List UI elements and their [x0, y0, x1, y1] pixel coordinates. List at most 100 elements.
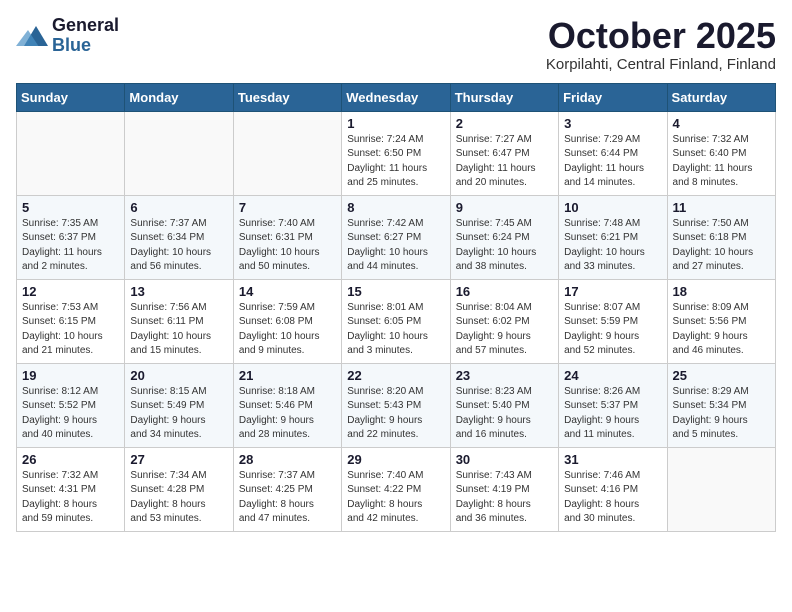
day-number: 27 [130, 452, 227, 467]
calendar-cell: 24 Sunrise: 8:26 AM Sunset: 5:37 PM Dayli… [559, 363, 667, 447]
day-info: Sunrise: 7:29 AM Sunset: 6:44 PM Dayligh… [564, 133, 661, 191]
day-number: 7 [239, 200, 336, 215]
day-number: 23 [456, 368, 553, 383]
day-number: 31 [564, 452, 661, 467]
calendar-cell: 16 Sunrise: 8:04 AM Sunset: 6:02 PM Dayli… [450, 279, 558, 363]
day-number: 1 [347, 116, 444, 131]
day-number: 8 [347, 200, 444, 215]
day-number: 11 [673, 200, 770, 215]
calendar-cell: 23 Sunrise: 8:23 AM Sunset: 5:40 PM Dayli… [450, 363, 558, 447]
day-info: Sunrise: 8:04 AM Sunset: 6:02 PM Dayligh… [456, 301, 553, 359]
day-number: 25 [673, 368, 770, 383]
day-info: Sunrise: 8:23 AM Sunset: 5:40 PM Dayligh… [456, 385, 553, 443]
day-number: 9 [456, 200, 553, 215]
calendar-week-row: 5 Sunrise: 7:35 AM Sunset: 6:37 PM Daylig… [17, 195, 776, 279]
calendar-cell: 15 Sunrise: 8:01 AM Sunset: 6:05 PM Dayli… [342, 279, 450, 363]
logo: General Blue [16, 16, 119, 56]
day-info: Sunrise: 8:26 AM Sunset: 5:37 PM Dayligh… [564, 385, 661, 443]
day-info: Sunrise: 8:29 AM Sunset: 5:34 PM Dayligh… [673, 385, 770, 443]
calendar-cell: 6Sunrise: 7:37 AM Sunset: 6:34 PM Daylig… [125, 195, 233, 279]
day-info: Sunrise: 7:27 AM Sunset: 6:47 PM Dayligh… [456, 133, 553, 191]
calendar-cell: 5 Sunrise: 7:35 AM Sunset: 6:37 PM Daylig… [17, 195, 125, 279]
day-info: Sunrise: 7:56 AM Sunset: 6:11 PM Dayligh… [130, 301, 227, 359]
day-info: Sunrise: 7:53 AM Sunset: 6:15 PM Dayligh… [22, 301, 119, 359]
day-number: 5 [22, 200, 119, 215]
day-number: 18 [673, 284, 770, 299]
calendar-cell: 26Sunrise: 7:32 AM Sunset: 4:31 PM Dayli… [17, 447, 125, 531]
day-number: 21 [239, 368, 336, 383]
day-number: 15 [347, 284, 444, 299]
calendar-cell: 12 Sunrise: 7:53 AM Sunset: 6:15 PM Dayli… [17, 279, 125, 363]
day-number: 20 [130, 368, 227, 383]
calendar-cell: 14 Sunrise: 7:59 AM Sunset: 6:08 PM Dayli… [233, 279, 341, 363]
day-info: Sunrise: 7:32 AM Sunset: 6:40 PM Dayligh… [673, 133, 770, 191]
day-info: Sunrise: 7:35 AM Sunset: 6:37 PM Dayligh… [22, 217, 119, 275]
calendar-cell [17, 111, 125, 195]
weekday-header: Thursday [450, 83, 558, 111]
day-number: 10 [564, 200, 661, 215]
calendar-cell: 20Sunrise: 8:15 AM Sunset: 5:49 PM Dayli… [125, 363, 233, 447]
day-info: Sunrise: 7:40 AM Sunset: 6:31 PM Dayligh… [239, 217, 336, 275]
logo-general: General [52, 16, 119, 36]
day-info: Sunrise: 7:37 AM Sunset: 4:25 PM Dayligh… [239, 469, 336, 527]
calendar-cell: 1Sunrise: 7:24 AM Sunset: 6:50 PM Daylig… [342, 111, 450, 195]
calendar-cell: 7 Sunrise: 7:40 AM Sunset: 6:31 PM Daylig… [233, 195, 341, 279]
calendar-week-row: 1Sunrise: 7:24 AM Sunset: 6:50 PM Daylig… [17, 111, 776, 195]
logo-icon [16, 22, 48, 50]
day-number: 24 [564, 368, 661, 383]
calendar-cell: 18Sunrise: 8:09 AM Sunset: 5:56 PM Dayli… [667, 279, 775, 363]
day-info: Sunrise: 7:40 AM Sunset: 4:22 PM Dayligh… [347, 469, 444, 527]
day-number: 6 [130, 200, 227, 215]
day-number: 4 [673, 116, 770, 131]
calendar-cell: 8 Sunrise: 7:42 AM Sunset: 6:27 PM Daylig… [342, 195, 450, 279]
weekday-header: Monday [125, 83, 233, 111]
logo-text: General Blue [52, 16, 119, 56]
day-info: Sunrise: 7:42 AM Sunset: 6:27 PM Dayligh… [347, 217, 444, 275]
calendar-cell: 4 Sunrise: 7:32 AM Sunset: 6:40 PM Daylig… [667, 111, 775, 195]
day-number: 12 [22, 284, 119, 299]
day-info: Sunrise: 7:34 AM Sunset: 4:28 PM Dayligh… [130, 469, 227, 527]
calendar-cell: 17 Sunrise: 8:07 AM Sunset: 5:59 PM Dayli… [559, 279, 667, 363]
day-number: 16 [456, 284, 553, 299]
day-number: 17 [564, 284, 661, 299]
day-number: 13 [130, 284, 227, 299]
day-info: Sunrise: 7:46 AM Sunset: 4:16 PM Dayligh… [564, 469, 661, 527]
calendar-cell: 19 Sunrise: 8:12 AM Sunset: 5:52 PM Dayli… [17, 363, 125, 447]
weekday-header-row: SundayMondayTuesdayWednesdayThursdayFrid… [17, 83, 776, 111]
calendar-week-row: 12 Sunrise: 7:53 AM Sunset: 6:15 PM Dayli… [17, 279, 776, 363]
day-info: Sunrise: 8:07 AM Sunset: 5:59 PM Dayligh… [564, 301, 661, 359]
weekday-header: Sunday [17, 83, 125, 111]
day-info: Sunrise: 7:43 AM Sunset: 4:19 PM Dayligh… [456, 469, 553, 527]
main-title: October 2025 [546, 16, 776, 56]
calendar-cell: 27 Sunrise: 7:34 AM Sunset: 4:28 PM Dayli… [125, 447, 233, 531]
title-block: October 2025 Korpilahti, Central Finland… [546, 16, 776, 73]
day-number: 19 [22, 368, 119, 383]
calendar-cell: 30Sunrise: 7:43 AM Sunset: 4:19 PM Dayli… [450, 447, 558, 531]
day-number: 29 [347, 452, 444, 467]
weekday-header: Saturday [667, 83, 775, 111]
calendar-cell: 11 Sunrise: 7:50 AM Sunset: 6:18 PM Dayli… [667, 195, 775, 279]
day-info: Sunrise: 7:59 AM Sunset: 6:08 PM Dayligh… [239, 301, 336, 359]
day-info: Sunrise: 7:50 AM Sunset: 6:18 PM Dayligh… [673, 217, 770, 275]
calendar-cell: 2 Sunrise: 7:27 AM Sunset: 6:47 PM Daylig… [450, 111, 558, 195]
day-info: Sunrise: 8:12 AM Sunset: 5:52 PM Dayligh… [22, 385, 119, 443]
calendar-week-row: 26Sunrise: 7:32 AM Sunset: 4:31 PM Dayli… [17, 447, 776, 531]
day-info: Sunrise: 7:45 AM Sunset: 6:24 PM Dayligh… [456, 217, 553, 275]
calendar-cell: 13 Sunrise: 7:56 AM Sunset: 6:11 PM Dayli… [125, 279, 233, 363]
day-info: Sunrise: 8:20 AM Sunset: 5:43 PM Dayligh… [347, 385, 444, 443]
day-number: 14 [239, 284, 336, 299]
calendar-cell: 10 Sunrise: 7:48 AM Sunset: 6:21 PM Dayli… [559, 195, 667, 279]
calendar-cell [125, 111, 233, 195]
weekday-header: Friday [559, 83, 667, 111]
day-info: Sunrise: 7:32 AM Sunset: 4:31 PM Dayligh… [22, 469, 119, 527]
day-info: Sunrise: 8:18 AM Sunset: 5:46 PM Dayligh… [239, 385, 336, 443]
day-number: 2 [456, 116, 553, 131]
day-info: Sunrise: 8:01 AM Sunset: 6:05 PM Dayligh… [347, 301, 444, 359]
weekday-header: Wednesday [342, 83, 450, 111]
page-header: General Blue October 2025 Korpilahti, Ce… [16, 16, 776, 73]
calendar-cell: 25 Sunrise: 8:29 AM Sunset: 5:34 PM Dayli… [667, 363, 775, 447]
day-info: Sunrise: 7:48 AM Sunset: 6:21 PM Dayligh… [564, 217, 661, 275]
calendar-cell: 29 Sunrise: 7:40 AM Sunset: 4:22 PM Dayli… [342, 447, 450, 531]
day-number: 22 [347, 368, 444, 383]
calendar-cell [667, 447, 775, 531]
